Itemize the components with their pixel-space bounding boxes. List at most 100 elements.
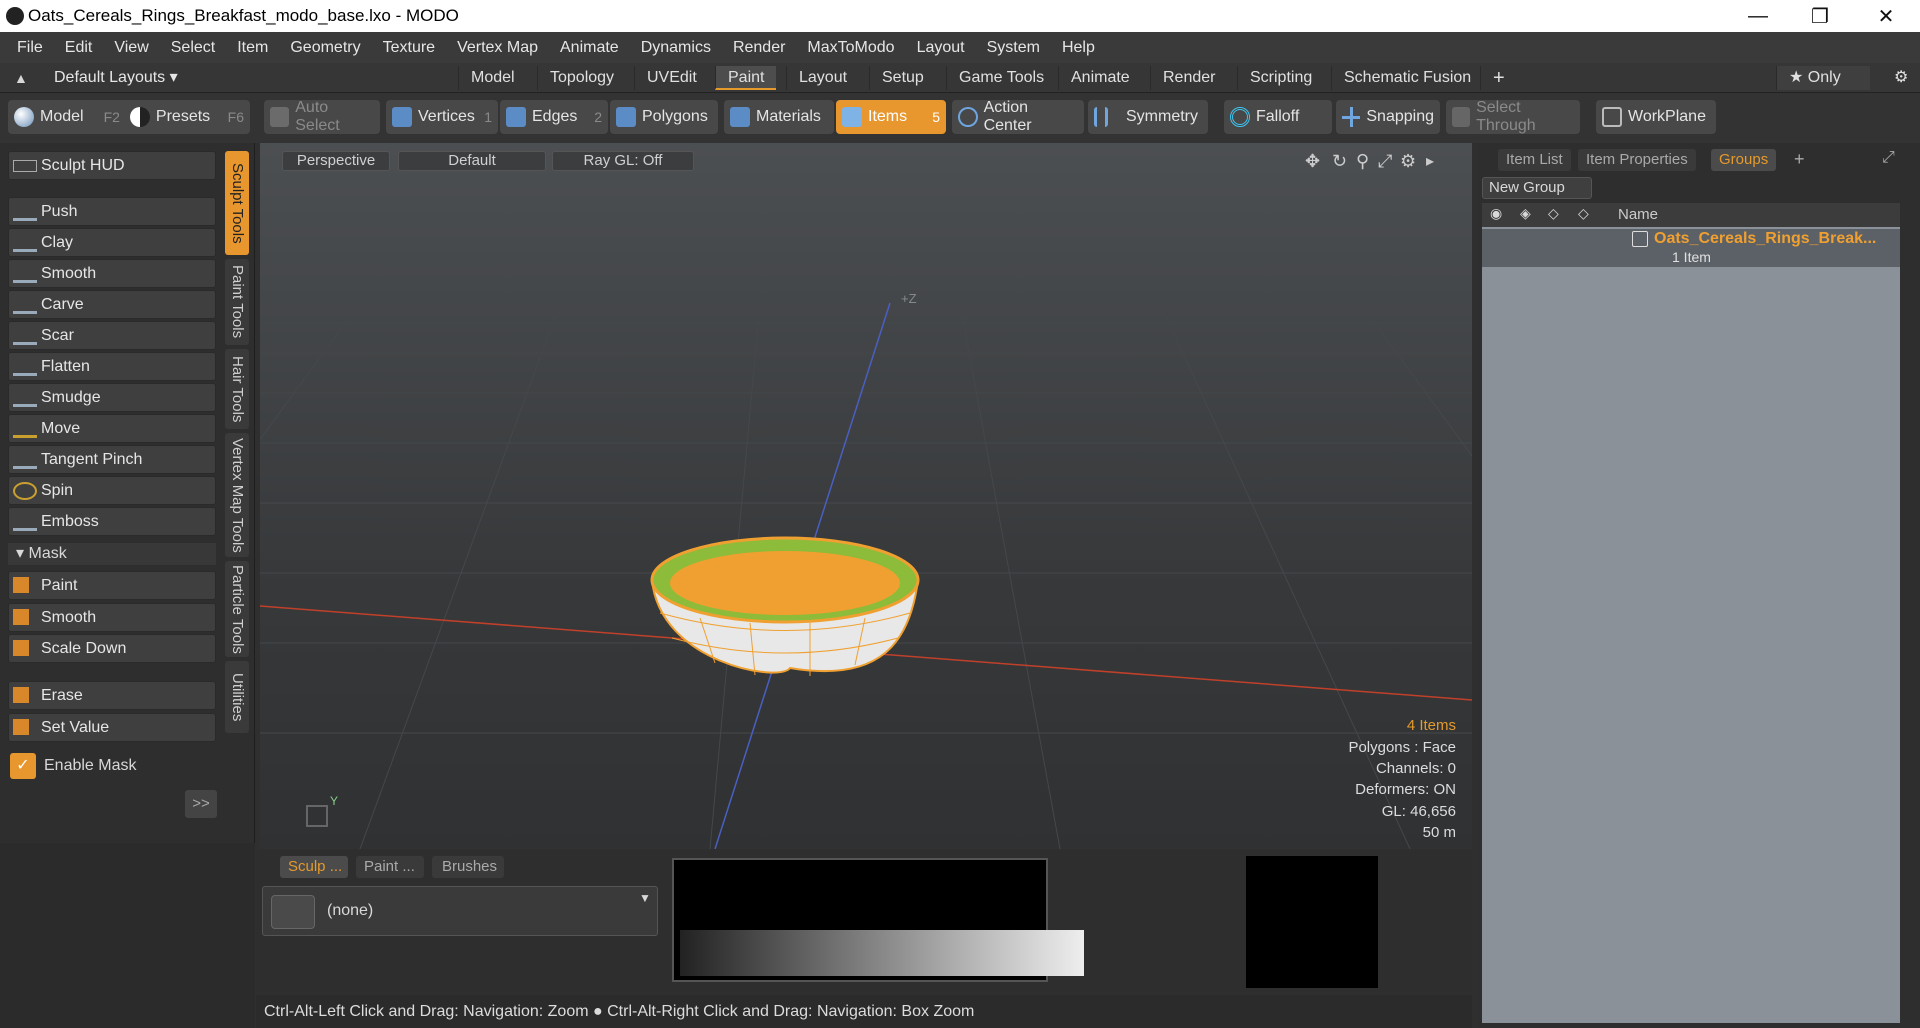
menu-view[interactable]: View bbox=[103, 39, 159, 57]
tab-render[interactable]: Render bbox=[1150, 66, 1227, 90]
tool-emboss[interactable]: Emboss bbox=[8, 507, 216, 536]
tool-flatten[interactable]: Flatten bbox=[8, 352, 216, 381]
zoom-icon[interactable]: ⚲ bbox=[1356, 151, 1369, 172]
menu-texture[interactable]: Texture bbox=[372, 39, 446, 57]
tab-model[interactable]: Model bbox=[458, 66, 527, 90]
raygl-button[interactable]: Ray GL: Off bbox=[552, 151, 694, 171]
tab-scripting[interactable]: Scripting bbox=[1237, 66, 1324, 90]
mask-header[interactable]: ▾ Mask bbox=[8, 543, 216, 565]
tool-push[interactable]: Push bbox=[8, 197, 216, 226]
restore-button[interactable]: ❐ bbox=[1792, 0, 1848, 32]
tab-brushes[interactable]: Brushes bbox=[432, 856, 504, 878]
tab-topology[interactable]: Topology bbox=[537, 66, 626, 90]
tool-clay[interactable]: Clay bbox=[8, 228, 216, 257]
polygons-button[interactable]: Polygons bbox=[610, 100, 718, 134]
rotate-icon[interactable]: ↻ bbox=[1332, 151, 1347, 172]
menu-edit[interactable]: Edit bbox=[54, 39, 104, 57]
3d-viewport[interactable]: Perspective Default Ray GL: Off +Z ✥ ↻ ⚲… bbox=[260, 143, 1472, 849]
vtab-particle-tools[interactable]: Particle Tools bbox=[225, 561, 249, 657]
tab-sculpt[interactable]: Sculp ... bbox=[280, 856, 348, 878]
set-value-button[interactable]: Set Value bbox=[8, 713, 216, 742]
vtab-vertex-map-tools[interactable]: Vertex Map Tools bbox=[225, 433, 249, 557]
snapping-button[interactable]: Snapping bbox=[1336, 100, 1440, 134]
menu-system[interactable]: System bbox=[976, 39, 1051, 57]
items-button[interactable]: Items 5 bbox=[836, 100, 946, 134]
menu-vertex-map[interactable]: Vertex Map bbox=[446, 39, 549, 57]
menu-layout[interactable]: Layout bbox=[906, 39, 976, 57]
symmetry-button[interactable]: Symmetry bbox=[1088, 100, 1208, 134]
tab-game-tools[interactable]: Game Tools bbox=[946, 66, 1056, 90]
add-tab-icon[interactable]: + bbox=[1794, 149, 1805, 170]
minimize-button[interactable]: — bbox=[1730, 0, 1786, 32]
menu-dynamics[interactable]: Dynamics bbox=[630, 39, 722, 57]
action-center-button[interactable]: Action Center bbox=[952, 99, 1084, 134]
vtab-sculpt-tools[interactable]: Sculpt Tools bbox=[225, 151, 249, 255]
expand-button[interactable]: >> bbox=[185, 790, 217, 818]
default-layouts-dropdown[interactable]: Default Layouts ▾ bbox=[54, 67, 178, 87]
tab-paint[interactable]: Paint ... bbox=[356, 856, 424, 878]
add-tab-button[interactable]: + bbox=[1480, 66, 1517, 90]
status-bar: Ctrl-Alt-Left Click and Drag: Navigation… bbox=[256, 995, 1472, 1028]
gear-icon[interactable]: ⚙ bbox=[1882, 66, 1920, 90]
workplane-button[interactable]: WorkPlane bbox=[1596, 100, 1716, 134]
layouts-icon[interactable]: ▲ bbox=[14, 70, 28, 86]
tool-spin[interactable]: Spin bbox=[8, 476, 216, 505]
vertices-button[interactable]: Vertices 1 bbox=[386, 100, 498, 134]
mask-paint[interactable]: Paint bbox=[8, 571, 216, 600]
pan-icon[interactable]: ✥ bbox=[1305, 151, 1320, 172]
menu-help[interactable]: Help bbox=[1051, 39, 1106, 57]
select-through-button[interactable]: Select Through bbox=[1446, 99, 1580, 134]
brush-selector[interactable]: (none) ▼ bbox=[262, 886, 658, 936]
layout-bar: ▲ Default Layouts ▾ Model Topology UVEdi… bbox=[0, 63, 1920, 93]
menu-render[interactable]: Render bbox=[722, 39, 796, 57]
erase-button[interactable]: Erase bbox=[8, 681, 216, 710]
carve-icon bbox=[13, 296, 37, 314]
tab-setup[interactable]: Setup bbox=[869, 66, 936, 90]
tool-smooth[interactable]: Smooth bbox=[8, 259, 216, 288]
maximize-icon[interactable]: ⤢ bbox=[1378, 151, 1392, 172]
default-button[interactable]: Default bbox=[398, 151, 546, 171]
menu-select[interactable]: Select bbox=[160, 39, 226, 57]
viewport-gear-icon[interactable]: ⚙ bbox=[1400, 151, 1416, 172]
edges-button[interactable]: Edges 2 bbox=[500, 100, 608, 134]
perspective-button[interactable]: Perspective bbox=[282, 151, 390, 171]
enable-mask-checkbox[interactable]: ✓ Enable Mask bbox=[10, 753, 137, 779]
mask-smooth[interactable]: Smooth bbox=[8, 603, 216, 632]
model-button[interactable]: Model F2 Presets F6 bbox=[8, 100, 250, 134]
smudge-icon bbox=[13, 389, 37, 407]
tool-smudge[interactable]: Smudge bbox=[8, 383, 216, 412]
tab-layout[interactable]: Layout bbox=[786, 66, 859, 90]
tool-tangent-pinch[interactable]: Tangent Pinch bbox=[8, 445, 216, 474]
move-icon bbox=[13, 420, 37, 438]
tab-schematic-fusion[interactable]: Schematic Fusion bbox=[1331, 66, 1483, 90]
tab-item-properties[interactable]: Item Properties bbox=[1578, 149, 1696, 171]
vtab-paint-tools[interactable]: Paint Tools bbox=[225, 259, 249, 345]
tab-uvedit[interactable]: UVEdit bbox=[634, 66, 709, 90]
tab-animate[interactable]: Animate bbox=[1058, 66, 1142, 90]
tab-item-list[interactable]: Item List bbox=[1498, 149, 1571, 171]
tool-carve[interactable]: Carve bbox=[8, 290, 216, 319]
tab-groups[interactable]: Groups bbox=[1711, 149, 1777, 171]
tool-move[interactable]: Move bbox=[8, 414, 216, 443]
menu-animate[interactable]: Animate bbox=[549, 39, 630, 57]
table-row[interactable]: Oats_Cereals_Rings_Break... 1 Item bbox=[1482, 229, 1900, 267]
cereal-bowl[interactable] bbox=[650, 536, 920, 676]
vtab-utilities[interactable]: Utilities bbox=[225, 661, 249, 733]
menu-file[interactable]: File bbox=[6, 39, 54, 57]
menu-maxtomodo[interactable]: MaxToModo bbox=[796, 39, 905, 57]
close-button[interactable]: ✕ bbox=[1858, 0, 1914, 32]
menu-geometry[interactable]: Geometry bbox=[279, 39, 371, 57]
falloff-button[interactable]: Falloff bbox=[1224, 100, 1332, 134]
mask-scale-down[interactable]: Scale Down bbox=[8, 634, 216, 663]
sculpt-hud-button[interactable]: Sculpt HUD bbox=[8, 151, 216, 180]
materials-button[interactable]: Materials bbox=[724, 100, 834, 134]
auto-select-button[interactable]: Auto Select bbox=[264, 99, 380, 134]
menu-item[interactable]: Item bbox=[226, 39, 279, 57]
tool-scar[interactable]: Scar bbox=[8, 321, 216, 350]
tab-paint[interactable]: Paint bbox=[715, 66, 777, 90]
viewport-menu-icon[interactable]: ▸ bbox=[1426, 151, 1434, 171]
vtab-hair-tools[interactable]: Hair Tools bbox=[225, 349, 249, 429]
panel-maximize-icon[interactable]: ⤢ bbox=[1882, 149, 1895, 167]
only-button[interactable]: ★ Only bbox=[1776, 66, 1870, 90]
new-group-button[interactable]: New Group bbox=[1482, 177, 1592, 199]
